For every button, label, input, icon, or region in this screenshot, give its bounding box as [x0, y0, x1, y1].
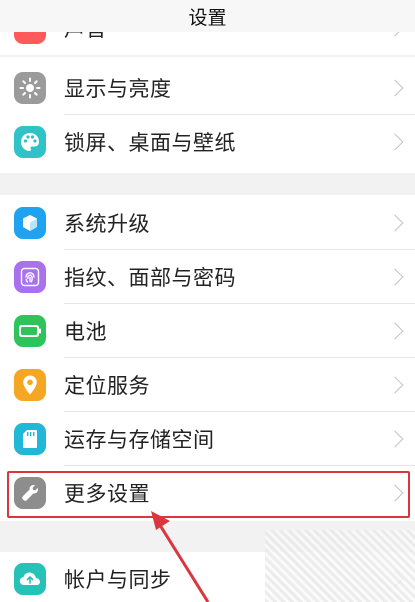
wrench-icon — [14, 477, 46, 509]
fingerprint-icon — [14, 261, 46, 293]
battery-icon — [14, 315, 46, 347]
settings-item-label: 定位服务 — [64, 374, 150, 398]
palette-icon — [14, 126, 46, 158]
chevron-right-icon — [386, 376, 404, 394]
settings-item-memory-storage[interactable]: 运存与存储空间 — [0, 412, 415, 466]
chevron-right-icon — [386, 79, 404, 97]
settings-item-label: 更多设置 — [64, 482, 150, 506]
title-bar: 设置 — [0, 0, 415, 32]
upgrade-box-icon — [14, 207, 46, 239]
settings-item-fingerprint-face-password[interactable]: 指纹、面部与密码 — [0, 250, 415, 304]
settings-item-label: 锁屏、桌面与壁纸 — [64, 131, 236, 155]
chevron-right-icon — [386, 430, 404, 448]
chevron-right-icon — [386, 214, 404, 232]
settings-item-location-services[interactable]: 定位服务 — [0, 358, 415, 412]
settings-group-top-partial: 声音 — [0, 32, 415, 55]
watermark — [265, 530, 415, 602]
settings-item-display-brightness[interactable]: 显示与亮度 — [0, 61, 415, 115]
page-title: 设置 — [188, 6, 227, 29]
sd-card-icon — [14, 423, 46, 455]
settings-group-system: 系统升级 指纹、面部与密码 电池 定位服务 运存与存储空间 更多设置 — [0, 195, 415, 521]
settings-item-label: 帐户与同步 — [64, 568, 172, 592]
settings-item-label: 电池 — [64, 320, 107, 344]
settings-item-battery[interactable]: 电池 — [0, 304, 415, 358]
chevron-right-icon — [386, 32, 404, 37]
settings-item-lockscreen-wallpaper[interactable]: 锁屏、桌面与壁纸 — [0, 115, 415, 169]
settings-item-sound[interactable]: 声音 — [0, 32, 415, 55]
cloud-sync-icon — [14, 563, 46, 595]
settings-group-display: 显示与亮度 锁屏、桌面与壁纸 — [0, 57, 415, 173]
sun-icon — [14, 72, 46, 104]
location-pin-icon — [14, 369, 46, 401]
settings-item-label: 系统升级 — [64, 212, 150, 236]
settings-item-label: 指纹、面部与密码 — [64, 266, 236, 290]
settings-item-label: 运存与存储空间 — [64, 428, 215, 452]
chevron-right-icon — [386, 322, 404, 340]
chevron-right-icon — [386, 268, 404, 286]
sound-icon — [14, 32, 46, 44]
chevron-right-icon — [386, 133, 404, 151]
settings-item-system-upgrade[interactable]: 系统升级 — [0, 196, 415, 250]
chevron-right-icon — [386, 484, 404, 502]
settings-item-label: 显示与亮度 — [64, 77, 172, 101]
settings-item-more-settings[interactable]: 更多设置 — [0, 466, 415, 520]
